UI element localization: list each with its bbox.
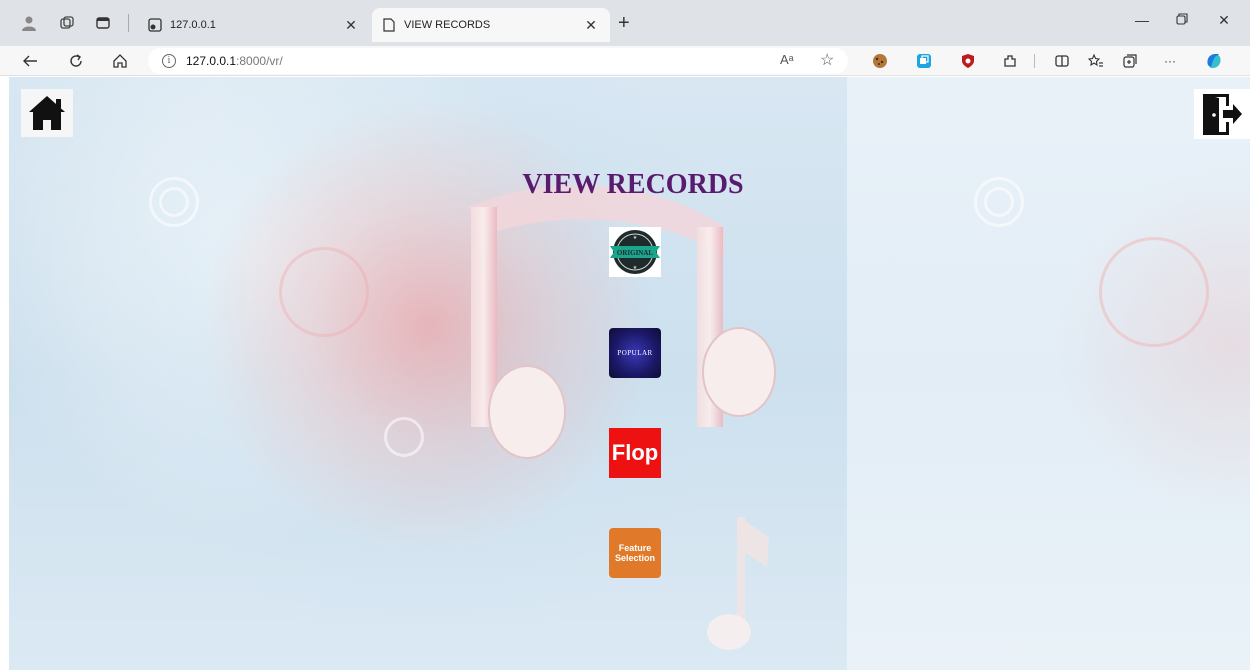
- tab-title: VIEW RECORDS: [404, 19, 491, 31]
- new-tab-icon[interactable]: +: [618, 12, 630, 35]
- copilot-icon[interactable]: [1204, 51, 1224, 71]
- tabbar-divider: [128, 14, 129, 32]
- decorative-swirl: [159, 187, 189, 217]
- decorative-swirl: [984, 187, 1014, 217]
- tab-close-icon[interactable]: ✕: [582, 17, 600, 34]
- site-favicon-icon: [148, 18, 162, 32]
- tab-close-icon[interactable]: ✕: [342, 17, 360, 34]
- refresh-icon[interactable]: [66, 51, 86, 71]
- star-decoration-icon: ★: [633, 235, 638, 241]
- tab-view-records[interactable]: VIEW RECORDS ✕: [372, 8, 610, 42]
- browser-tab-bar: 127.0.0.1 ✕ VIEW RECORDS ✕ + — ✕: [0, 0, 1250, 46]
- shield-extension-icon[interactable]: [958, 51, 978, 71]
- house-icon: [29, 96, 65, 130]
- popular-records-button[interactable]: POPULAR: [609, 328, 661, 378]
- address-bar-row: i 127.0.0.1:8000/vr/ Aᵃ ☆ ···: [0, 46, 1250, 76]
- toolbar-divider: [1034, 54, 1035, 68]
- url-host: 127.0.0.1: [186, 54, 237, 68]
- background-image-right: [847, 77, 1250, 670]
- tab-title: 127.0.0.1: [170, 19, 216, 31]
- home-icon[interactable]: [110, 51, 130, 71]
- page-title: VIEW RECORDS: [522, 169, 744, 200]
- decorative-swirl: [279, 247, 369, 337]
- flop-label: Flop: [611, 440, 659, 465]
- door-exit-icon: [1203, 94, 1242, 135]
- read-aloud-icon[interactable]: Aᵃ: [780, 52, 794, 67]
- profile-icon[interactable]: [20, 14, 38, 32]
- star-icon[interactable]: ☆: [820, 50, 834, 70]
- original-badge-icon: ORIGINAL ★ ★: [610, 230, 660, 274]
- decorative-swirl: [384, 417, 424, 457]
- decorative-swirl: [1099, 237, 1209, 347]
- tab-actions-icon[interactable]: [94, 14, 112, 32]
- star-decoration-icon: ★: [633, 265, 638, 271]
- back-arrow-icon[interactable]: [20, 51, 40, 71]
- flop-records-button[interactable]: Flop: [609, 428, 661, 478]
- url-field[interactable]: i 127.0.0.1:8000/vr/: [148, 48, 848, 74]
- original-records-button[interactable]: ORIGINAL ★ ★: [609, 227, 661, 277]
- workspaces-icon[interactable]: [58, 14, 76, 32]
- tab-localhost[interactable]: 127.0.0.1 ✕: [138, 8, 370, 42]
- close-window-icon[interactable]: ✕: [1214, 12, 1234, 29]
- feature-label-line1: Feature: [618, 543, 652, 553]
- split-screen-icon[interactable]: [1052, 51, 1072, 71]
- copy-extension-icon[interactable]: [914, 51, 934, 71]
- original-label: ORIGINAL: [617, 249, 654, 257]
- more-icon[interactable]: ···: [1160, 51, 1180, 71]
- home-button[interactable]: [21, 89, 73, 137]
- minimize-icon[interactable]: —: [1132, 12, 1152, 28]
- url-path: :8000/vr/: [236, 54, 283, 68]
- page-icon: [382, 18, 396, 32]
- logout-button[interactable]: [1194, 89, 1250, 139]
- page-viewport: VIEW RECORDS ORIGINAL ★ ★ POPULAR Flop F…: [9, 77, 1250, 670]
- popular-label: POPULAR: [617, 349, 653, 357]
- info-icon[interactable]: i: [162, 54, 176, 68]
- cookie-extension-icon[interactable]: [870, 51, 890, 71]
- favorites-icon[interactable]: [1086, 51, 1106, 71]
- feature-selection-button[interactable]: Feature Selection: [609, 528, 661, 578]
- extensions-icon[interactable]: [1000, 51, 1020, 71]
- restore-icon[interactable]: [1172, 12, 1192, 28]
- feature-label-line2: Selection: [614, 553, 655, 563]
- small-music-note-graphic: [707, 517, 769, 650]
- collections-icon[interactable]: [1120, 51, 1140, 71]
